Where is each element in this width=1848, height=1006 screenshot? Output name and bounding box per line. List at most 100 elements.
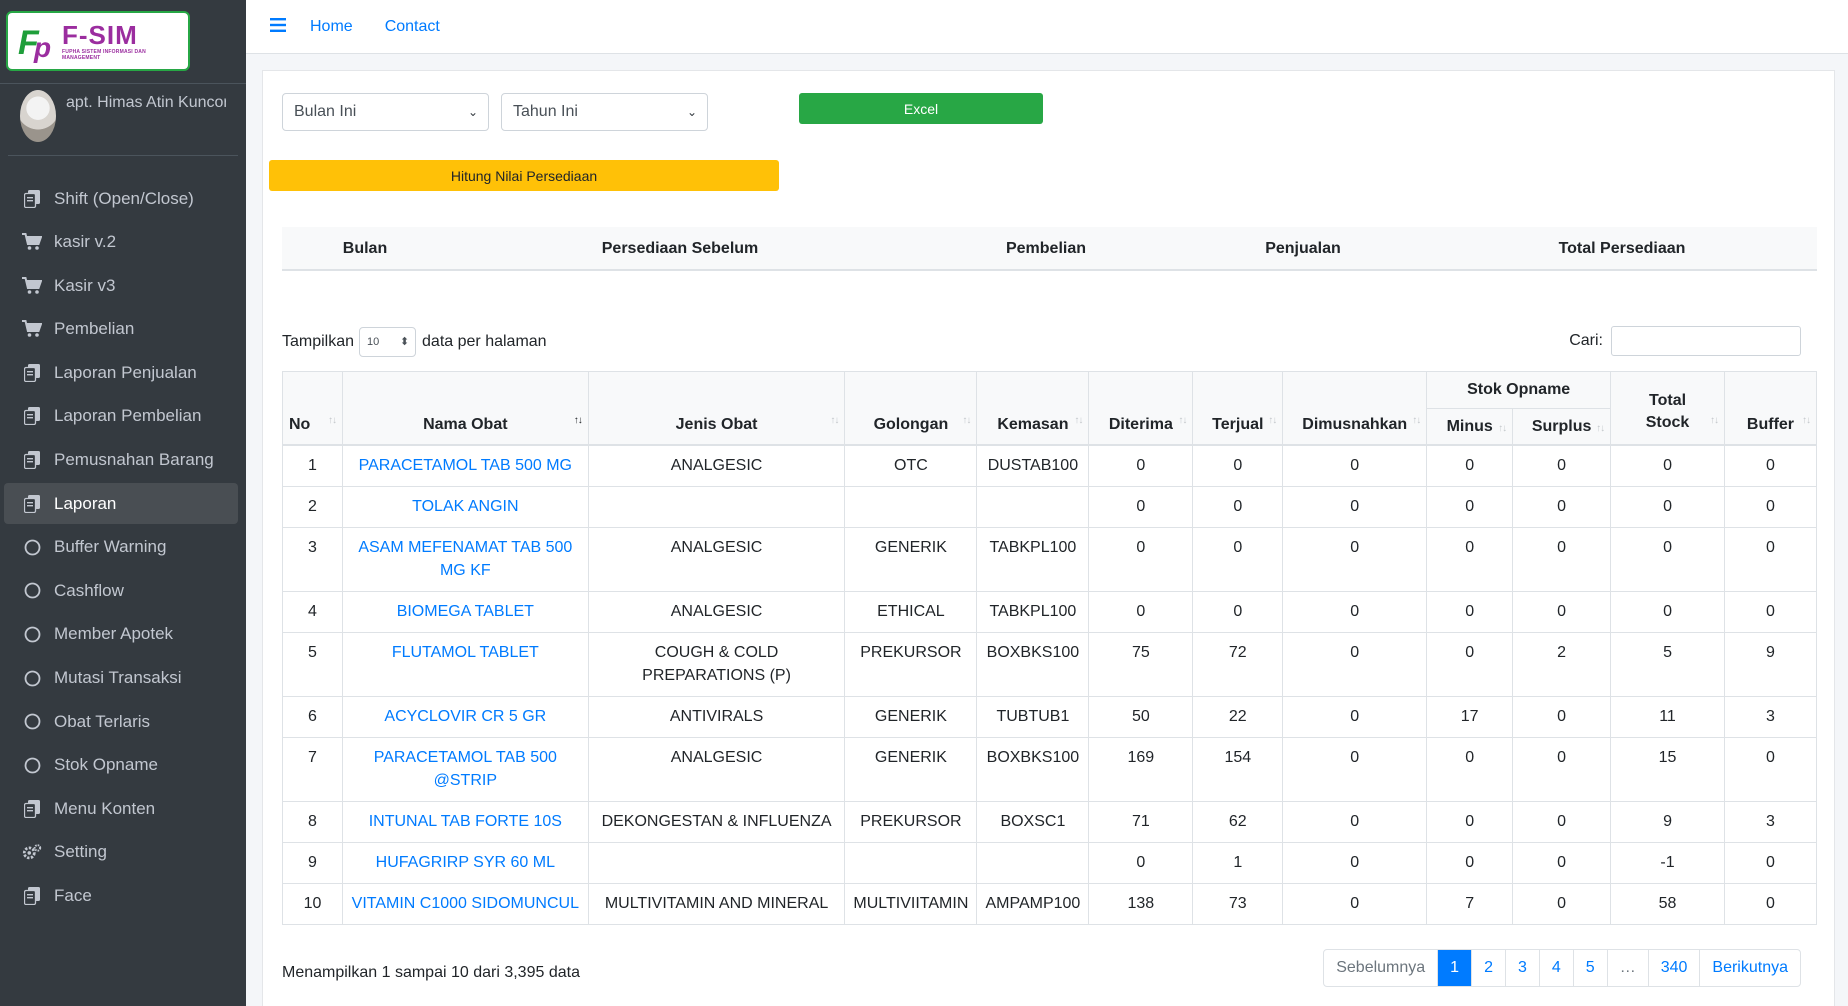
sidebar-item-kasir-v-2[interactable]: kasir v.2 — [4, 222, 238, 263]
cell-golongan: GENERIK — [844, 696, 978, 738]
sidebar-item-stok-opname[interactable]: Stok Opname — [4, 745, 238, 786]
cell-terjual: 72 — [1192, 632, 1284, 697]
cell-jenis: ANALGESIC — [587, 527, 846, 592]
cell-kemasan: BOXBKS100 — [976, 632, 1090, 697]
medicine-name-link[interactable]: ASAM MEFENAMAT TAB 500 MG KF — [341, 527, 589, 592]
medicine-name-link[interactable]: TOLAK ANGIN — [341, 486, 589, 528]
medicine-name-link[interactable]: BIOMEGA TABLET — [341, 591, 589, 633]
cell-minus: 0 — [1426, 632, 1514, 697]
copy-icon — [22, 799, 42, 819]
col-stok-opname-group: Stok Opname — [1426, 371, 1612, 409]
medicine-name-link[interactable]: HUFAGRIRP SYR 60 ML — [341, 842, 589, 884]
medicine-name-link[interactable]: PARACETAMOL TAB 500 MG — [341, 444, 589, 487]
cell-terjual: 0 — [1192, 444, 1284, 487]
col-total-stock[interactable]: Total Stock ↑↓ — [1610, 371, 1725, 446]
sidebar-item-laporan[interactable]: Laporan — [4, 483, 238, 525]
sort-icon: ↑↓ — [1498, 423, 1507, 434]
cell-dimusnahkan: 0 — [1282, 486, 1428, 528]
avatar — [20, 90, 56, 142]
sidebar-item-cashflow[interactable]: Cashflow — [4, 570, 238, 611]
cell-jenis — [587, 842, 846, 884]
col-jenis-obat[interactable]: Jenis Obat ↑↓ — [587, 371, 846, 446]
page-length-select[interactable]: 10 — [359, 327, 417, 357]
sidebar-item-face[interactable]: Face — [4, 876, 238, 917]
pagination-page-2[interactable]: 2 — [1471, 950, 1505, 986]
sidebar-item-setting[interactable]: Setting — [4, 832, 238, 873]
cell-total: 0 — [1610, 486, 1725, 528]
col-terjual[interactable]: Terjual ↑↓ — [1192, 371, 1284, 446]
pagination-prev-button[interactable]: Sebelumnya — [1324, 950, 1437, 986]
sidebar-item-laporan-penjualan[interactable]: Laporan Penjualan — [4, 352, 238, 393]
col-diterima[interactable]: Diterima ↑↓ — [1088, 371, 1194, 446]
nav-home-link[interactable]: Home — [310, 18, 353, 36]
search-input[interactable] — [1611, 326, 1801, 356]
brand-logo[interactable]: Fp F-SIM FUPHA SISTEM INFORMASI DAN MANA… — [6, 11, 190, 71]
sidebar-item-pembelian[interactable]: Pembelian — [4, 309, 238, 350]
col-surplus[interactable]: Surplus ↑↓ — [1512, 408, 1612, 446]
col-dimusnahkan[interactable]: Dimusnahkan ↑↓ — [1282, 371, 1428, 446]
cell-terjual: 154 — [1192, 737, 1284, 802]
cell-buffer: 0 — [1723, 737, 1818, 802]
copy-icon — [22, 406, 42, 426]
cell-surplus: 0 — [1512, 801, 1612, 843]
sidebar-item-label: Laporan — [54, 493, 117, 513]
table-row: 3 ASAM MEFENAMAT TAB 500 MG KF ANALGESIC GE… — [282, 527, 1818, 592]
pagination-page-3[interactable]: 3 — [1504, 950, 1539, 986]
sidebar-item-member-apotek[interactable]: Member Apotek — [4, 614, 238, 655]
month-select-value: Bulan Ini — [294, 103, 357, 120]
sidebar-item-menu-konten[interactable]: Menu Konten — [4, 788, 238, 829]
cell-surplus: 0 — [1512, 444, 1612, 487]
medicine-name-link[interactable]: FLUTAMOL TABLET — [341, 632, 589, 697]
copy-icon — [22, 494, 42, 514]
col-kemasan[interactable]: Kemasan ↑↓ — [976, 371, 1090, 446]
table-row: 5 FLUTAMOL TABLET COUGH & COLD PREPARATION… — [282, 632, 1818, 697]
sidebar-item-label: Buffer Warning — [54, 537, 167, 557]
medicine-name-link[interactable]: VITAMIN C1000 SIDOMUNCUL — [341, 883, 589, 925]
col-golongan[interactable]: Golongan ↑↓ — [844, 371, 978, 446]
user-name[interactable]: apt. Himas Atin Kuncorowati — [66, 94, 226, 112]
nav-contact-link[interactable]: Contact — [385, 18, 440, 36]
pagination-page-5[interactable]: 5 — [1572, 950, 1607, 986]
cell-golongan: PREKURSOR — [844, 801, 978, 843]
medicine-name-link[interactable]: PARACETAMOL TAB 500 @STRIP — [341, 737, 589, 802]
medicine-name-link[interactable]: INTUNAL TAB FORTE 10S — [341, 801, 589, 843]
cell-buffer: 0 — [1723, 486, 1818, 528]
col-no[interactable]: No ↑↓ — [282, 371, 343, 446]
sidebar-item-label: Pembelian — [54, 319, 135, 339]
cell-diterima: 50 — [1088, 696, 1194, 738]
pagination-page-4[interactable]: 4 — [1538, 950, 1573, 986]
col-nama-obat[interactable]: Nama Obat ↑↓ — [341, 371, 589, 446]
cell-diterima: 0 — [1088, 591, 1194, 633]
pagination-next-button[interactable]: Berikutnya — [1699, 950, 1800, 986]
pagination-page-340[interactable]: 340 — [1647, 950, 1700, 986]
sidebar-item-shift-open-close[interactable]: Shift (Open/Close) — [4, 178, 238, 219]
sidebar-item-pemusnahan-barang[interactable]: Pemusnahan Barang — [4, 440, 238, 481]
sidebar-item-kasir-v3[interactable]: Kasir v3 — [4, 265, 238, 306]
table-row: 6 ACYCLOVIR CR 5 GR ANTIVIRALS GENERIK TUBTU… — [282, 696, 1818, 738]
excel-button[interactable]: Excel — [799, 93, 1043, 124]
month-select[interactable]: Bulan Ini ⌄ — [282, 93, 489, 131]
length-prefix: Tampilkan — [282, 333, 355, 350]
hitung-nilai-persediaan-button[interactable]: Hitung Nilai Persediaan — [269, 160, 779, 191]
col-minus[interactable]: Minus ↑↓ — [1426, 408, 1514, 446]
sidebar-item-laporan-pembelian[interactable]: Laporan Pembelian — [4, 396, 238, 437]
cell-diterima: 0 — [1088, 486, 1194, 528]
summary-header-persediaan-sebelum: Persediaan Sebelum — [601, 240, 759, 257]
year-select[interactable]: Tahun Ini ⌄ — [501, 93, 708, 131]
col-buffer[interactable]: Buffer ↑↓ — [1723, 371, 1818, 446]
cell-kemasan: DUSTAB100 — [976, 444, 1090, 487]
sort-icon: ↑↓ — [1709, 415, 1719, 426]
sidebar-item-mutasi-transaksi[interactable]: Mutasi Transaksi — [4, 658, 238, 699]
sort-icon: ↑↓ — [1596, 423, 1605, 434]
sidebar-item-label: Mutasi Transaksi — [54, 668, 182, 688]
pagination-page-1[interactable]: 1 — [1437, 950, 1472, 986]
cell-total: 11 — [1610, 696, 1725, 738]
sidebar-item-buffer-warning[interactable]: Buffer Warning — [4, 527, 238, 568]
cell-golongan: GENERIK — [844, 527, 978, 592]
cell-surplus: 0 — [1512, 486, 1612, 528]
cell-dimusnahkan: 0 — [1282, 883, 1428, 925]
cell-terjual: 62 — [1192, 801, 1284, 843]
medicine-name-link[interactable]: ACYCLOVIR CR 5 GR — [341, 696, 589, 738]
sidebar-item-obat-terlaris[interactable]: Obat Terlaris — [4, 701, 238, 742]
hamburger-menu-icon[interactable] — [270, 15, 286, 38]
